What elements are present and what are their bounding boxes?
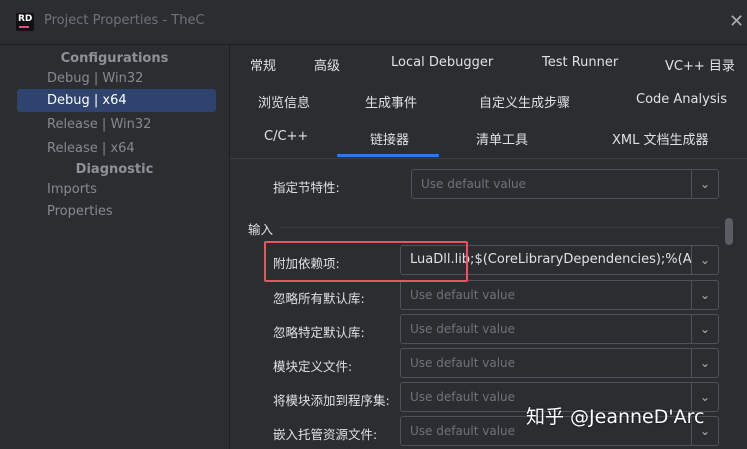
module-definition-file-combo[interactable]: Use default value ⌄	[400, 348, 719, 378]
vertical-scrollbar[interactable]	[725, 218, 733, 245]
chevron-down-icon[interactable]: ⌄	[691, 246, 718, 274]
active-tab-indicator	[337, 154, 439, 157]
section-divider	[280, 227, 720, 228]
title-bar: RD Project Properties - TheC ✕	[0, 0, 747, 45]
additional-dependencies-label: 附加依赖项:	[273, 256, 340, 271]
tab-xml-doc-generator[interactable]: XML 文档生成器	[612, 129, 709, 148]
section-alignment-label: 指定节特性:	[273, 180, 340, 195]
ignore-specific-default-libs-label: 忽略特定默认库:	[273, 325, 365, 340]
ignore-all-default-libs-combo[interactable]: Use default value ⌄	[400, 280, 719, 310]
tab-linker[interactable]: 链接器	[370, 129, 409, 148]
tab-vc-directories[interactable]: VC++ 目录	[665, 55, 735, 74]
tab-manifest-tool[interactable]: 清单工具	[476, 129, 528, 148]
window-title: Project Properties - TheC	[44, 13, 205, 28]
tab-custom-build-step[interactable]: 自定义生成步骤	[479, 92, 570, 111]
section-alignment-combo[interactable]: Use default value ⌄	[411, 169, 719, 199]
sidebar-item-imports[interactable]: Imports	[17, 178, 216, 201]
chevron-down-icon[interactable]: ⌄	[691, 281, 718, 309]
chevron-down-icon[interactable]: ⌄	[691, 315, 718, 343]
tab-cpp[interactable]: C/C++	[264, 129, 308, 144]
tab-code-analysis[interactable]: Code Analysis	[636, 92, 727, 107]
module-definition-file-label: 模块定义文件:	[273, 359, 353, 374]
close-icon[interactable]: ✕	[729, 11, 744, 32]
sidebar-item-debug-win32[interactable]: Debug | Win32	[17, 67, 216, 90]
input-section-title: 输入	[248, 222, 274, 237]
chevron-down-icon[interactable]: ⌄	[691, 349, 718, 377]
configurations-header: Configurations	[60, 51, 169, 66]
chevron-down-icon[interactable]: ⌄	[691, 170, 718, 198]
rider-logo-icon: RD	[16, 13, 34, 31]
tab-browse-info[interactable]: 浏览信息	[258, 92, 310, 111]
tab-local-debugger[interactable]: Local Debugger	[391, 55, 493, 70]
sidebar-item-release-x64[interactable]: Release | x64	[17, 137, 216, 160]
configuration-sidebar: Configurations Debug | Win32 Debug | x64…	[0, 45, 230, 449]
embed-managed-resource-label: 嵌入托管资源文件:	[273, 427, 378, 442]
add-module-to-assembly-label: 将模块添加到程序集:	[273, 393, 390, 408]
ignore-all-default-libs-label: 忽略所有默认库:	[273, 291, 365, 306]
diagnostic-header: Diagnostic	[75, 162, 154, 177]
tab-advanced[interactable]: 高级	[314, 55, 340, 74]
sidebar-item-release-win32[interactable]: Release | Win32	[17, 113, 216, 136]
sidebar-item-debug-x64[interactable]: Debug | x64	[17, 89, 216, 112]
tab-test-runner[interactable]: Test Runner	[542, 55, 618, 70]
tab-general[interactable]: 常规	[250, 55, 276, 74]
property-tabs: 常规 高级 Local Debugger Test Runner VC++ 目录…	[230, 45, 747, 159]
tab-build-events[interactable]: 生成事件	[365, 92, 417, 111]
sidebar-item-properties[interactable]: Properties	[17, 200, 216, 223]
ignore-specific-default-libs-combo[interactable]: Use default value ⌄	[400, 314, 719, 344]
watermark: 知乎 @JeanneD'Arc	[526, 406, 705, 428]
additional-dependencies-field[interactable]: LuaDll.lib;$(CoreLibraryDependencies);%(…	[400, 245, 719, 275]
